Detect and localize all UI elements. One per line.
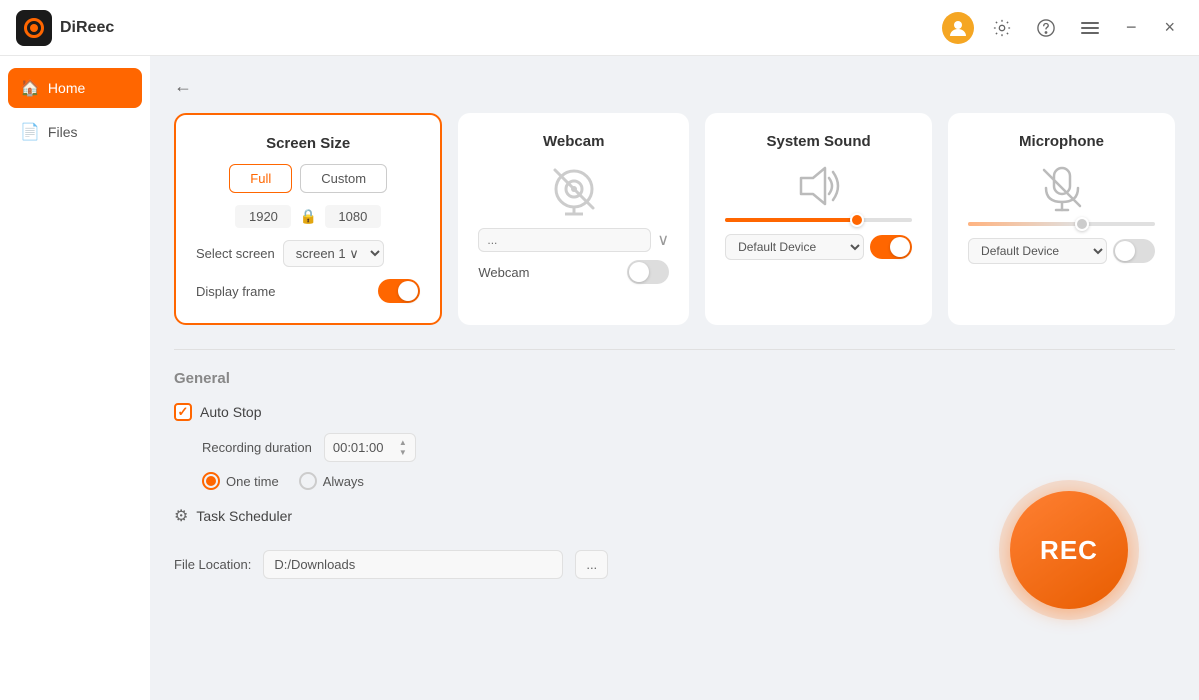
app-window: DiReec: [0, 0, 1199, 700]
task-scheduler-label: Task Scheduler: [196, 508, 292, 524]
recording-duration-row: Recording duration ▲ ▼: [202, 433, 1175, 462]
width-input[interactable]: [235, 205, 291, 228]
webcam-title: Webcam: [478, 133, 669, 150]
help-button[interactable]: [1030, 12, 1062, 44]
resolution-row: 🔒: [196, 205, 420, 228]
app-title: DiReec: [60, 19, 114, 37]
radio-one-time[interactable]: One time: [202, 472, 279, 490]
radio-one-time-circle: [202, 472, 220, 490]
avatar-button[interactable]: [942, 12, 974, 44]
radio-always-label: Always: [323, 474, 364, 489]
radio-always-circle: [299, 472, 317, 490]
home-icon: 🏠: [20, 78, 40, 98]
system-sound-card: System Sound: [705, 113, 932, 325]
recording-duration-label: Recording duration: [202, 440, 312, 455]
system-sound-slider[interactable]: [725, 218, 912, 222]
app-logo: [16, 10, 52, 46]
task-scheduler-gear-icon: ⚙: [174, 506, 188, 526]
webcam-toggle[interactable]: [627, 260, 669, 284]
minimize-button[interactable]: −: [1118, 13, 1145, 42]
screen-size-title: Screen Size: [196, 135, 420, 152]
files-icon: 📄: [20, 122, 40, 142]
size-buttons: Full Custom: [196, 164, 420, 193]
rec-button-container: REC: [999, 480, 1139, 620]
duration-down-arrow[interactable]: ▼: [399, 448, 407, 458]
sidebar: 🏠 Home 📄 Files: [0, 56, 150, 700]
settings-button[interactable]: [986, 12, 1018, 44]
rec-button-label: REC: [1040, 535, 1098, 566]
mic-slider[interactable]: [968, 222, 1155, 226]
mic-device-row: Default Device: [968, 238, 1155, 264]
webcam-label: Webcam: [478, 265, 529, 280]
webcam-dropdown-input[interactable]: [478, 228, 651, 252]
system-sound-slider-container: [725, 218, 912, 222]
screen-size-card: Screen Size Full Custom 🔒 Select screen …: [174, 113, 442, 325]
auto-stop-row: ✓ Auto Stop: [174, 403, 1175, 421]
system-sound-device-row: Default Device: [725, 234, 912, 260]
main-layout: 🏠 Home 📄 Files ← Screen Size Full Custom: [0, 56, 1199, 700]
radio-one-time-dot: [206, 476, 216, 486]
duration-input[interactable]: [333, 440, 393, 455]
webcam-icon: [547, 162, 601, 216]
mic-toggle[interactable]: [1113, 239, 1155, 263]
sidebar-item-home[interactable]: 🏠 Home: [8, 68, 142, 108]
mic-icon: [1036, 162, 1088, 214]
radio-one-time-label: One time: [226, 474, 279, 489]
display-frame-row: Display frame: [196, 279, 420, 303]
sidebar-item-home-label: Home: [48, 80, 85, 96]
display-frame-toggle[interactable]: [378, 279, 420, 303]
content-area: ← Screen Size Full Custom 🔒: [150, 56, 1199, 700]
radio-always[interactable]: Always: [299, 472, 364, 490]
webcam-dropdown-row: ∨: [478, 228, 669, 252]
sound-icon-container: [725, 162, 912, 210]
display-frame-label: Display frame: [196, 284, 275, 299]
mic-icon-container: [968, 162, 1155, 214]
cards-row: Screen Size Full Custom 🔒 Select screen …: [174, 113, 1175, 325]
custom-button[interactable]: Custom: [300, 164, 387, 193]
sidebar-item-files-label: Files: [48, 124, 78, 140]
microphone-card: Microphone: [948, 113, 1175, 325]
system-sound-toggle[interactable]: [870, 235, 912, 259]
webcam-card: Webcam ∨: [458, 113, 689, 325]
select-screen-label: Select screen: [196, 246, 275, 261]
mic-slider-container: [968, 222, 1155, 226]
rec-button-outer: REC: [999, 480, 1139, 620]
menu-button[interactable]: [1074, 12, 1106, 44]
file-location-input[interactable]: D:/Downloads: [263, 550, 563, 579]
back-button[interactable]: ←: [174, 76, 192, 97]
title-bar: DiReec: [0, 0, 1199, 56]
system-sound-device-select[interactable]: Default Device: [725, 234, 864, 260]
duration-up-arrow[interactable]: ▲: [399, 438, 407, 448]
full-button[interactable]: Full: [229, 164, 292, 193]
microphone-title: Microphone: [968, 133, 1155, 150]
title-actions: − ×: [942, 12, 1183, 44]
auto-stop-checkbox[interactable]: ✓: [174, 403, 192, 421]
sound-icon: [793, 162, 845, 210]
checkbox-check-icon: ✓: [178, 404, 189, 420]
webcam-toggle-row: Webcam: [478, 260, 669, 284]
duration-input-wrap: ▲ ▼: [324, 433, 416, 462]
mic-device-select[interactable]: Default Device: [968, 238, 1107, 264]
duration-arrows[interactable]: ▲ ▼: [399, 438, 407, 457]
auto-stop-label: Auto Stop: [200, 404, 262, 420]
sidebar-item-files[interactable]: 📄 Files: [8, 112, 142, 152]
file-location-path: D:/Downloads: [274, 557, 355, 572]
system-sound-title: System Sound: [725, 133, 912, 150]
general-section-title: General: [174, 370, 1175, 387]
lock-icon: 🔒: [299, 208, 316, 225]
file-location-label: File Location:: [174, 557, 251, 572]
rec-button[interactable]: REC: [1010, 491, 1128, 609]
section-divider: [174, 349, 1175, 350]
screen-select[interactable]: screen 1 ∨: [283, 240, 384, 267]
select-screen-row: Select screen screen 1 ∨: [196, 240, 420, 267]
webcam-dropdown-arrow: ∨: [657, 230, 669, 250]
file-location-dots-button[interactable]: ...: [575, 550, 608, 579]
height-input[interactable]: [325, 205, 381, 228]
close-button[interactable]: ×: [1156, 13, 1183, 42]
webcam-icon-container: [478, 162, 669, 216]
